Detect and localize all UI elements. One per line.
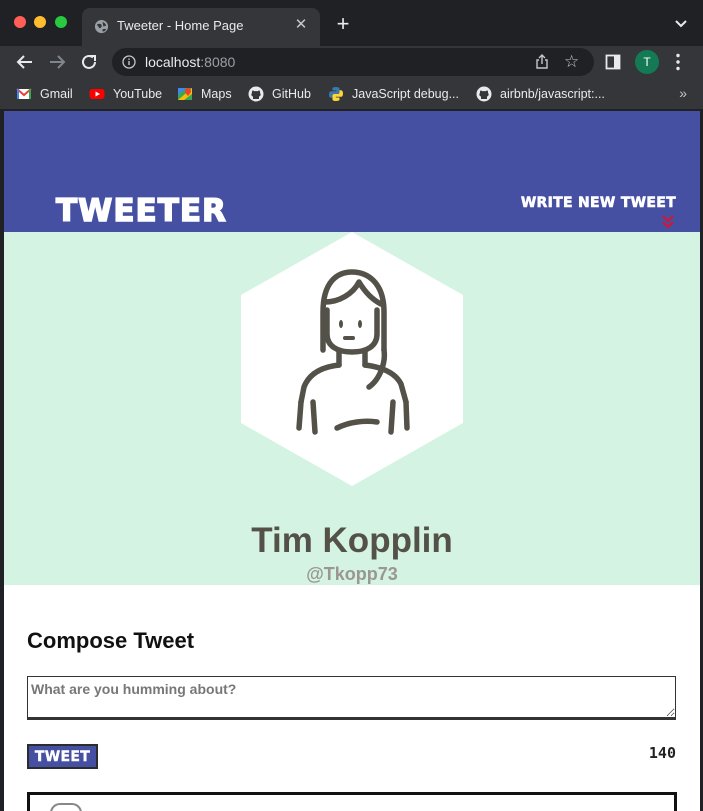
bookmark-label: Gmail xyxy=(40,87,73,101)
profile-avatar[interactable]: T xyxy=(635,50,659,74)
youtube-icon xyxy=(89,89,105,99)
web-page: Tweeter Write new tweet xyxy=(4,111,700,811)
url-text: localhost:8080 xyxy=(145,54,236,70)
tweet-card xyxy=(27,792,677,811)
character-counter: 140 xyxy=(648,744,676,762)
bookmark-label: JavaScript debug... xyxy=(352,87,460,101)
address-bar[interactable]: localhost:8080 ☆ xyxy=(112,48,594,76)
write-new-tweet-link[interactable]: Write new tweet xyxy=(521,195,676,212)
site-nav: Tweeter Write new tweet xyxy=(4,111,700,232)
compose-section: Compose Tweet Tweet 140 xyxy=(4,585,700,811)
bookmark-label: YouTube xyxy=(113,87,163,101)
window-close-button[interactable] xyxy=(14,16,26,28)
more-vert-icon[interactable] xyxy=(676,53,680,71)
window-minimize-button[interactable] xyxy=(34,16,46,28)
back-arrow-icon[interactable] xyxy=(14,51,36,73)
bookmarks-bar: Gmail YouTube Maps GitHub JavaScript deb… xyxy=(0,78,703,110)
tweet-input[interactable] xyxy=(27,676,676,720)
forward-arrow-icon[interactable] xyxy=(46,51,68,73)
bookmark-airbnb-javascript[interactable]: airbnb/javascript:... xyxy=(476,85,605,103)
bookmark-youtube[interactable]: YouTube xyxy=(89,85,162,103)
github-icon xyxy=(476,86,492,102)
avatar xyxy=(241,232,463,486)
gmail-icon xyxy=(16,88,32,99)
bookmark-label: GitHub xyxy=(272,87,311,101)
bookmark-javascript-debug[interactable]: JavaScript debug... xyxy=(328,85,459,103)
globe-icon xyxy=(94,19,109,34)
user-name: Tim Kopplin xyxy=(251,521,453,560)
bookmark-gmail[interactable]: Gmail xyxy=(16,85,73,103)
browser-window: Tweeter - Home Page ✕ + localhost:8080 ☆… xyxy=(0,0,703,811)
new-tab-button[interactable]: + xyxy=(332,13,354,35)
reload-icon[interactable] xyxy=(78,51,100,73)
side-panel-icon[interactable] xyxy=(605,54,621,70)
bookmarks-overflow-button[interactable]: » xyxy=(679,85,687,101)
share-icon[interactable] xyxy=(534,54,550,70)
close-icon[interactable]: ✕ xyxy=(292,16,310,34)
tab-strip: Tweeter - Home Page ✕ + xyxy=(0,0,703,46)
tab-title: Tweeter - Home Page xyxy=(117,18,244,33)
brand-logo[interactable]: Tweeter xyxy=(55,192,227,230)
browser-tab[interactable]: Tweeter - Home Page ✕ xyxy=(82,8,320,46)
profile-header: Tim Kopplin @Tkopp73 xyxy=(4,232,700,585)
browser-toolbar: localhost:8080 ☆ T xyxy=(0,46,703,78)
compose-title: Compose Tweet xyxy=(27,628,195,653)
avatar xyxy=(50,803,82,811)
info-icon[interactable] xyxy=(122,55,136,69)
python-icon xyxy=(329,87,343,101)
double-chevron-down-icon[interactable] xyxy=(662,215,674,229)
chevron-down-icon[interactable] xyxy=(673,15,689,31)
star-icon[interactable]: ☆ xyxy=(564,53,582,71)
tweet-button[interactable]: Tweet xyxy=(27,744,98,769)
bookmark-maps[interactable]: Maps xyxy=(177,85,232,103)
bookmark-label: Maps xyxy=(201,87,232,101)
window-zoom-button[interactable] xyxy=(55,16,67,28)
github-icon xyxy=(248,86,264,102)
user-handle: @Tkopp73 xyxy=(306,564,398,584)
bookmark-github[interactable]: GitHub xyxy=(248,85,311,103)
maps-icon xyxy=(178,88,192,100)
bookmark-label: airbnb/javascript:... xyxy=(500,87,605,101)
